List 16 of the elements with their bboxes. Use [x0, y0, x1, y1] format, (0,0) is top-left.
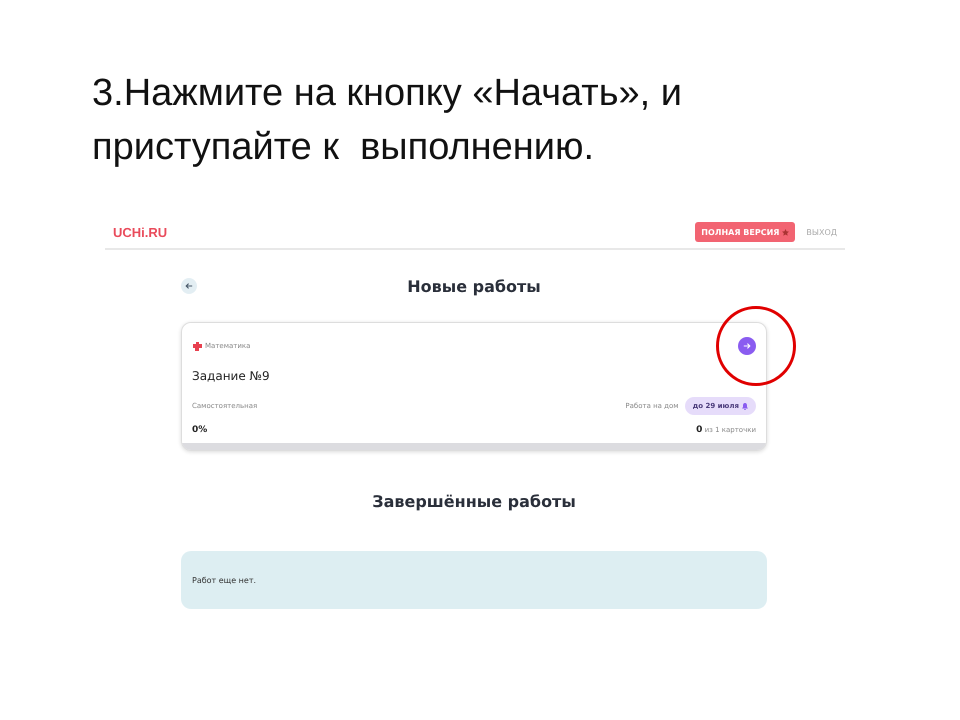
- section-title: Новые работы: [407, 276, 541, 296]
- section-title: Завершённые работы: [372, 492, 576, 510]
- bell-icon: [742, 402, 748, 410]
- logo[interactable]: UCHi.RU: [113, 224, 696, 240]
- star-icon: [782, 228, 790, 236]
- subject-icon: [192, 342, 202, 350]
- progress-percent: 0%: [192, 425, 208, 435]
- back-button[interactable]: [181, 278, 197, 294]
- logout-link[interactable]: ВЫХОД: [806, 228, 837, 236]
- start-button[interactable]: [738, 337, 756, 355]
- back-arrow-icon: [185, 282, 193, 290]
- full-version-button[interactable]: ПОЛНАЯ ВЕРСИЯ: [695, 222, 796, 242]
- task-title: Задание №9: [192, 369, 271, 383]
- instruction-text: 3.Нажмите на кнопку «Начать», и приступайте к выполнению.: [92, 71, 683, 170]
- empty-message: Работ еще нет.: [192, 576, 256, 584]
- arrow-right-icon: [743, 342, 751, 350]
